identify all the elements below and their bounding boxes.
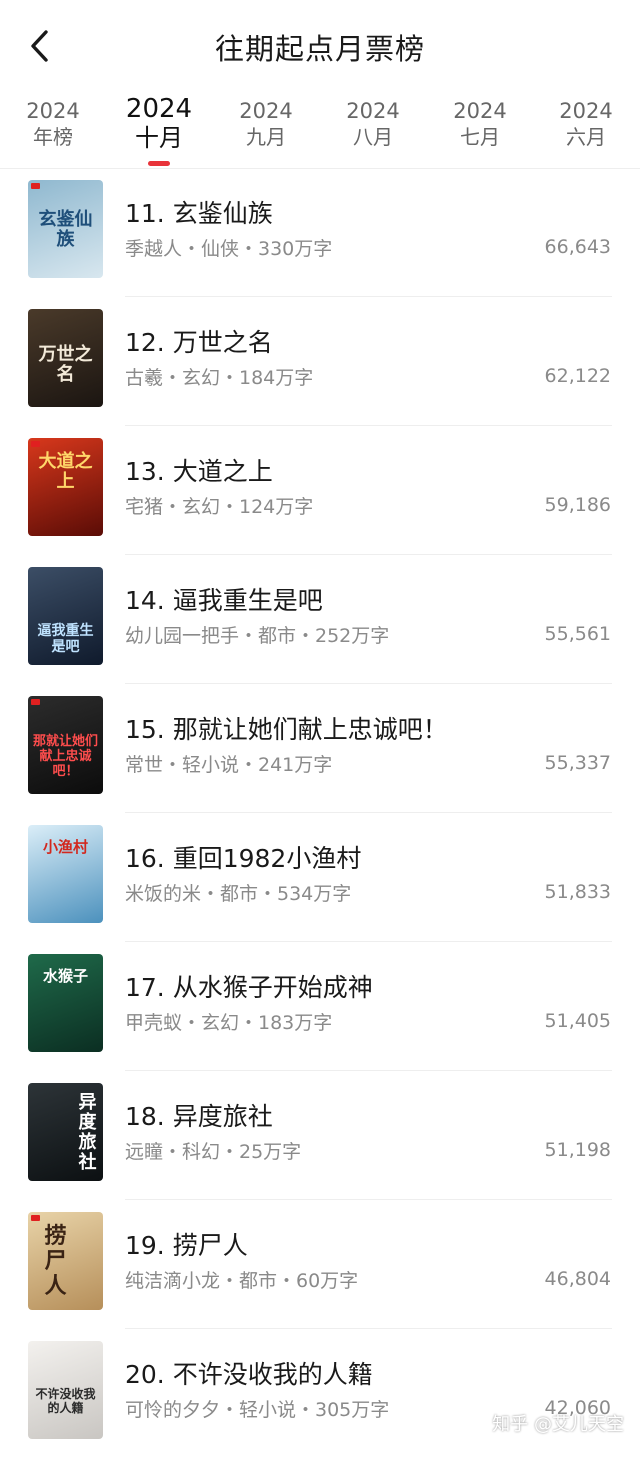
tab-label: 十月	[135, 124, 183, 152]
list-item[interactable]: 万世之名 12. 万世之名 古羲・玄幻・184万字 62,122	[0, 297, 640, 426]
book-cover: 那就让她们献上忠诚吧！	[28, 696, 103, 794]
book-cover: 不许没收我的人籍	[28, 1341, 103, 1439]
vote-count: 55,561	[544, 623, 611, 645]
book-meta: 甲壳蚁・玄幻・183万字	[125, 1012, 333, 1034]
list-item[interactable]: 小渔村 16. 重回1982小渔村 米饭的米・都市・534万字 51,833	[0, 813, 640, 942]
list-item[interactable]: 不许没收我的人籍 20. 不许没收我的人籍 可怜的夕夕・轻小说・305万字 42…	[0, 1329, 640, 1458]
book-title: 17. 从水猴子开始成神	[125, 973, 373, 1002]
vote-count: 51,198	[544, 1139, 611, 1161]
book-title: 19. 捞尸人	[125, 1231, 248, 1260]
cover-title: 万世之名	[38, 344, 93, 385]
cover-title: 不许没收我的人籍	[35, 1387, 96, 1415]
book-meta: 幼儿园一把手・都市・252万字	[125, 625, 390, 647]
book-title: 13. 大道之上	[125, 457, 273, 486]
tab-year: 2024	[453, 99, 507, 123]
vote-count: 51,833	[544, 881, 611, 903]
tab-label: 八月	[353, 125, 393, 149]
book-cover: 异度旅社	[28, 1083, 103, 1181]
page-title: 往期起点月票榜	[214, 32, 425, 66]
list-item[interactable]: 玄鉴仙族 11. 玄鉴仙族 季越人・仙侠・330万字 66,643	[0, 168, 640, 297]
book-cover: 捞尸人	[28, 1212, 103, 1310]
vote-count: 51,405	[544, 1010, 611, 1032]
cover-title: 捞尸人	[44, 1223, 67, 1299]
book-meta: 可怜的夕夕・轻小说・305万字	[125, 1399, 390, 1421]
book-cover: 万世之名	[28, 309, 103, 407]
header: 往期起点月票榜	[0, 0, 640, 90]
list-item[interactable]: 水猴子 17. 从水猴子开始成神 甲壳蚁・玄幻・183万字 51,405	[0, 942, 640, 1071]
vote-count: 62,122	[544, 365, 611, 387]
book-cover: 水猴子	[28, 954, 103, 1052]
book-meta: 宅猪・玄幻・124万字	[125, 496, 314, 518]
tab-year: 2024	[239, 99, 293, 123]
tab-year: 2024	[559, 99, 613, 123]
book-meta: 米饭的米・都市・534万字	[125, 883, 352, 905]
watermark: 知乎 @艾儿天空	[492, 1414, 624, 1435]
vote-count: 46,804	[544, 1268, 611, 1290]
cover-title: 大道之上	[38, 451, 93, 492]
cover-title: 异度旅社	[78, 1092, 97, 1173]
book-meta: 常世・轻小说・241万字	[125, 754, 333, 776]
book-meta: 古羲・玄幻・184万字	[125, 367, 314, 389]
book-cover: 玄鉴仙族	[28, 180, 103, 278]
tab-label: 七月	[460, 125, 500, 149]
cover-title: 小渔村	[42, 838, 88, 856]
vote-count: 55,337	[544, 752, 611, 774]
tab-2024-october[interactable]: 2024 十月	[114, 94, 204, 156]
book-cover: 大道之上	[28, 438, 103, 536]
tab-2024-july[interactable]: 2024 七月	[435, 98, 525, 150]
vote-count: 59,186	[544, 494, 611, 516]
book-title: 11. 玄鉴仙族	[125, 199, 273, 228]
tab-year: 2024	[26, 99, 80, 123]
list-item[interactable]: 异度旅社 18. 异度旅社 远瞳・科幻・25万字 51,198	[0, 1071, 640, 1200]
book-title: 20. 不许没收我的人籍	[125, 1360, 373, 1389]
book-meta: 纯洁滴小龙・都市・60万字	[125, 1270, 359, 1292]
book-title: 15. 那就让她们献上忠诚吧！	[125, 715, 448, 744]
tab-2024-september[interactable]: 2024 九月	[221, 98, 311, 150]
book-cover: 小渔村	[28, 825, 103, 923]
book-meta: 季越人・仙侠・330万字	[125, 238, 333, 260]
list-item[interactable]: 逼我重生是吧 14. 逼我重生是吧 幼儿园一把手・都市・252万字 55,561	[0, 555, 640, 684]
cover-title: 玄鉴仙族	[38, 209, 93, 250]
book-title: 18. 异度旅社	[125, 1102, 273, 1131]
month-tabs: 2024 年榜 2024 十月 2024 九月 2024 八月 2024 七月 …	[0, 90, 640, 169]
book-title: 12. 万世之名	[125, 328, 273, 357]
book-meta: 远瞳・科幻・25万字	[125, 1141, 302, 1163]
tab-label: 年榜	[33, 125, 73, 149]
cover-title: 逼我重生是吧	[37, 623, 94, 655]
tab-2024-year[interactable]: 2024 年榜	[8, 98, 98, 150]
list-item[interactable]: 捞尸人 19. 捞尸人 纯洁滴小龙・都市・60万字 46,804	[0, 1200, 640, 1329]
active-tab-indicator	[148, 161, 170, 166]
list-item[interactable]: 大道之上 13. 大道之上 宅猪・玄幻・124万字 59,186	[0, 426, 640, 555]
book-title: 14. 逼我重生是吧	[125, 586, 323, 615]
cover-title: 那就让她们献上忠诚吧！	[32, 734, 98, 779]
tab-2024-june[interactable]: 2024 六月	[541, 98, 631, 150]
tab-label: 六月	[566, 125, 606, 149]
cover-title: 水猴子	[42, 967, 88, 985]
tab-2024-august[interactable]: 2024 八月	[328, 98, 418, 150]
vote-count: 66,643	[544, 236, 611, 258]
tab-year: 2024	[346, 99, 400, 123]
book-title: 16. 重回1982小渔村	[125, 844, 362, 873]
book-cover: 逼我重生是吧	[28, 567, 103, 665]
tab-year: 2024	[125, 94, 193, 124]
tab-label: 九月	[246, 125, 286, 149]
list-item[interactable]: 那就让她们献上忠诚吧！ 15. 那就让她们献上忠诚吧！ 常世・轻小说・241万字…	[0, 684, 640, 813]
